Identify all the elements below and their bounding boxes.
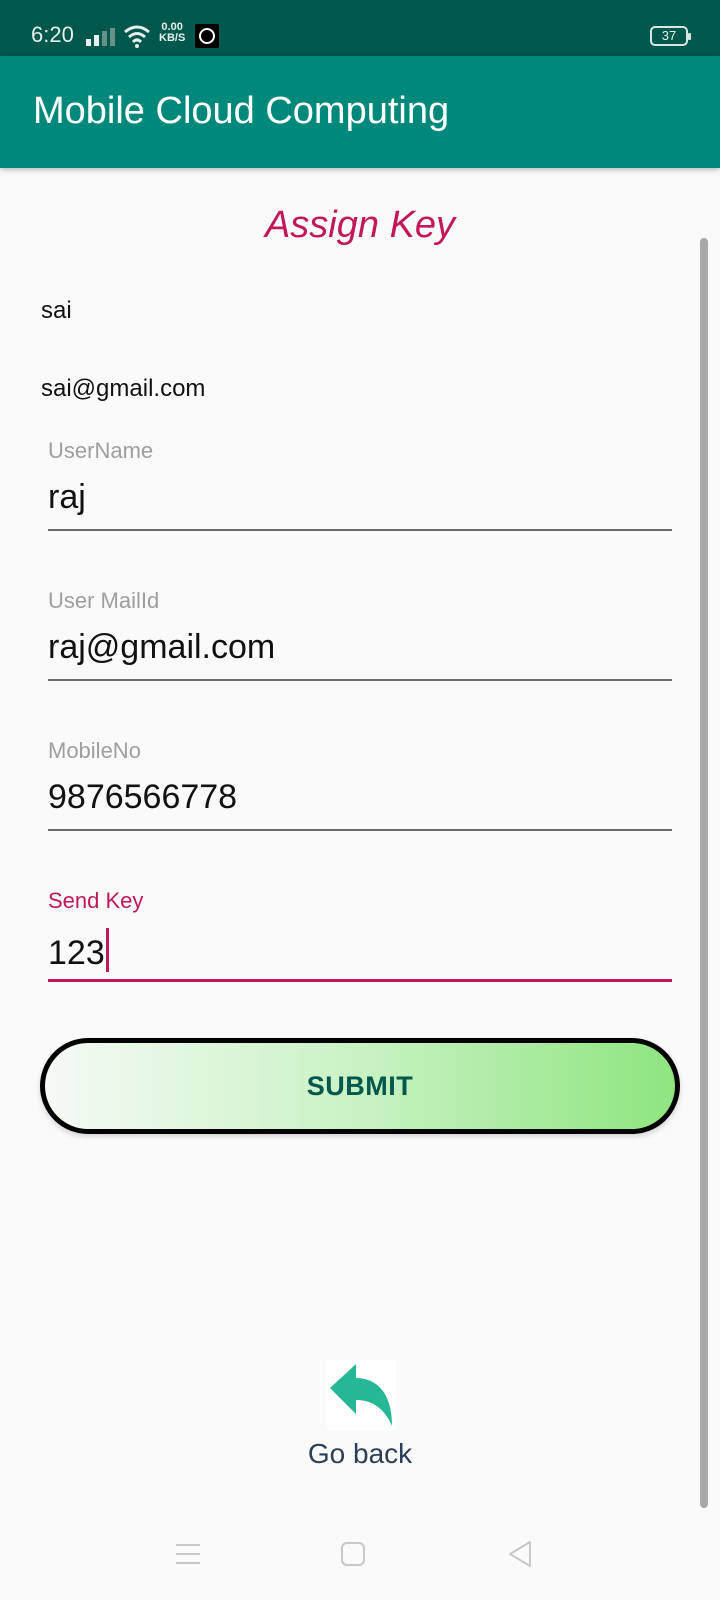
status-bar: 6:20 0.00 KB/S 37 [0, 0, 720, 56]
back-icon[interactable] [500, 1534, 540, 1574]
battery-icon: 37 [650, 26, 691, 46]
battery-level: 37 [661, 28, 677, 43]
mobile-no-field[interactable]: MobileNo 9876566778 [48, 738, 672, 831]
wifi-icon [124, 25, 150, 48]
username-input[interactable]: raj [48, 478, 672, 524]
user-mail-input[interactable]: raj@gmail.com [48, 628, 672, 674]
user-mail-underline [48, 679, 672, 681]
username-underline [48, 529, 672, 531]
send-key-underline [48, 979, 672, 982]
home-icon[interactable] [333, 1534, 373, 1574]
network-speed: 0.00 KB/S [159, 22, 185, 44]
network-speed-unit: KB/S [159, 32, 186, 44]
app-title: Mobile Cloud Computing [33, 90, 450, 132]
page-heading: Assign Key [264, 204, 456, 246]
text-cursor [105, 928, 109, 972]
app-bar: Mobile Cloud Computing [0, 56, 720, 168]
notification-app-icon [195, 24, 219, 48]
signal-icon [86, 28, 115, 46]
submit-label: SUBMIT [306, 1070, 414, 1101]
owner-email: sai@gmail.com [41, 375, 206, 402]
mobile-no-underline [48, 829, 672, 831]
user-mail-label: User MailId [48, 588, 160, 613]
send-key-label: Send Key [48, 888, 144, 913]
scrollbar[interactable] [700, 238, 708, 1508]
submit-button[interactable]: SUBMIT [40, 1038, 680, 1134]
reply-arrow-icon[interactable] [326, 1360, 396, 1430]
owner-name: sai [41, 297, 72, 324]
status-time: 6:20 [31, 22, 74, 47]
menu-icon[interactable] [168, 1534, 208, 1574]
username-label: UserName [48, 438, 154, 463]
go-back-link[interactable]: Go back [0, 1438, 720, 1470]
send-key-value: 123 [48, 934, 105, 972]
mobile-no-label: MobileNo [48, 738, 141, 763]
send-key-input[interactable]: 123 [48, 928, 672, 974]
send-key-field[interactable]: Send Key 123 [48, 888, 672, 982]
mobile-no-input[interactable]: 9876566778 [48, 778, 672, 824]
username-field[interactable]: UserName raj [48, 438, 672, 531]
system-nav-bar [0, 1520, 720, 1600]
user-mail-field[interactable]: User MailId raj@gmail.com [48, 588, 672, 681]
